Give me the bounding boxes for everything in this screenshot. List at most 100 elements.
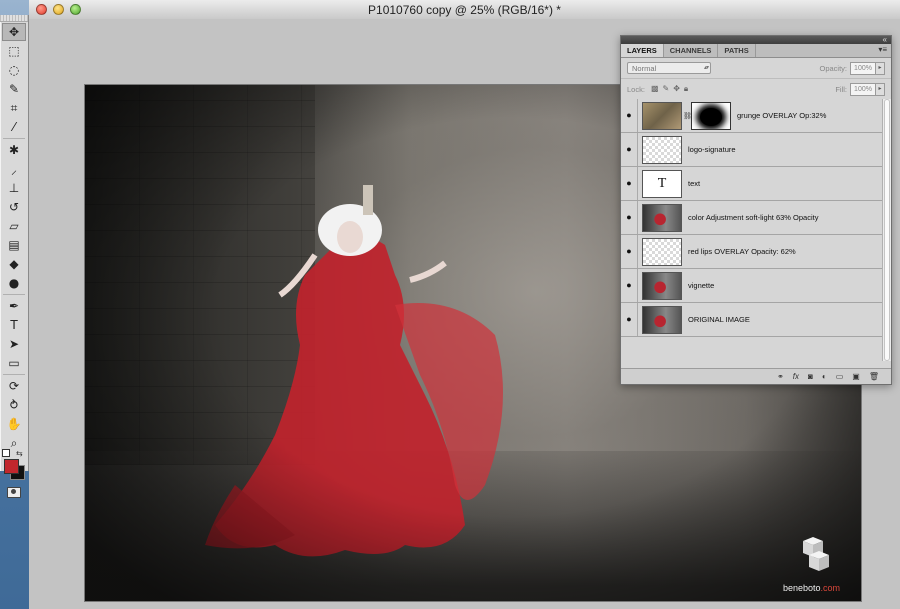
color-swatches: ⇆ (0, 449, 28, 483)
shape-tool-icon[interactable]: ▭ (2, 354, 26, 372)
link-layers-icon[interactable]: ⚭ (777, 372, 784, 381)
eraser-tool-icon[interactable]: ▱ (2, 217, 26, 235)
foreground-color-swatch[interactable] (4, 459, 19, 474)
layer-thumbnail (642, 101, 682, 130)
fill-input[interactable]: 100% (850, 82, 876, 96)
lasso-tool-icon[interactable]: ◌ (2, 61, 26, 79)
trash-icon[interactable]: 🗑︎ (869, 372, 879, 381)
layers-panel-footer: ⚭ fx ◙ ◐ ▭ ▣ 🗑︎ (621, 368, 891, 384)
tab-layers[interactable]: LAYERS (621, 44, 664, 57)
tab-channels[interactable]: CHANNELS (664, 44, 719, 57)
quick-select-tool-icon[interactable]: ✎ (2, 80, 26, 98)
move-tool-icon[interactable]: ✥ (2, 23, 26, 41)
panel-tabs: LAYERS CHANNELS PATHS ▾≡ (621, 44, 891, 58)
visibility-eye-icon[interactable]: ● (621, 167, 638, 200)
default-colors-icon[interactable] (2, 449, 10, 457)
dodge-tool-icon[interactable]: ● (2, 274, 26, 292)
tools-divider (3, 374, 25, 375)
brush-tool-icon[interactable]: ⸝ (2, 160, 26, 178)
text-layer-thumbnail: T (642, 169, 682, 198)
eyedropper-tool-icon[interactable]: ⁄ (2, 118, 26, 136)
tools-divider (3, 138, 25, 139)
layer-thumbnail (642, 237, 682, 266)
layer-thumbnail (642, 203, 682, 232)
lock-row: Lock: ▩ ✎ ✥ 🔒︎ Fill: 100% ▸ (621, 79, 891, 100)
visibility-eye-icon[interactable]: ● (621, 201, 638, 234)
gradient-tool-icon[interactable]: ▤ (2, 236, 26, 254)
layer-row[interactable]: ● color Adjustment soft-light 63% Opacit… (621, 201, 882, 235)
3d-rotate-tool-icon[interactable]: ⟳ (2, 377, 26, 395)
clone-stamp-tool-icon[interactable]: ⊥ (2, 179, 26, 197)
layer-row[interactable]: ● logo-signature (621, 133, 882, 167)
logo-brand-text: beneboto (783, 583, 821, 593)
lock-label: Lock: (627, 84, 645, 94)
document-title: P1010760 copy @ 25% (RGB/16*) * (368, 3, 561, 17)
layer-row[interactable]: ● T text (621, 167, 882, 201)
healing-brush-tool-icon[interactable]: ✱ (2, 141, 26, 159)
layer-mask-thumbnail[interactable] (691, 101, 731, 130)
logo-suffix-text: .com (820, 583, 841, 593)
layer-name: vignette (688, 281, 715, 290)
visibility-eye-icon[interactable]: ● (621, 269, 638, 302)
pen-tool-icon[interactable]: ✒ (2, 297, 26, 315)
visibility-eye-icon[interactable]: ● (621, 99, 638, 132)
hand-tool-icon[interactable]: ✋ (2, 415, 26, 433)
blur-tool-icon[interactable]: ◆ (2, 255, 26, 273)
visibility-eye-icon[interactable]: ● (621, 303, 638, 336)
add-mask-icon[interactable]: ◙ (808, 372, 813, 381)
fill-slider-toggle[interactable]: ▸ (876, 82, 885, 96)
visibility-eye-icon[interactable]: ● (621, 235, 638, 268)
tools-panel-grip[interactable] (0, 15, 28, 22)
watermark-logo: beneboto.com (783, 537, 853, 593)
lock-all-icon[interactable]: 🔒︎ (684, 84, 688, 94)
opacity-label: Opacity: (819, 63, 847, 73)
layer-name: color Adjustment soft-light 63% Opacity (688, 213, 819, 222)
history-brush-tool-icon[interactable]: ↺ (2, 198, 26, 216)
collapse-panel-icon[interactable]: « (883, 35, 887, 44)
document-titlebar[interactable]: P1010760 copy @ 25% (RGB/16*) * (29, 0, 900, 20)
logo-wordmark: beneboto.com (783, 583, 840, 593)
marquee-tool-icon[interactable]: ⬚ (2, 42, 26, 60)
layer-row[interactable]: ● red lips OVERLAY Opacity: 62% (621, 235, 882, 269)
new-layer-icon[interactable]: ▣ (852, 372, 860, 381)
type-tool-icon[interactable]: T (2, 316, 26, 334)
visibility-eye-icon[interactable]: ● (621, 133, 638, 166)
layer-row[interactable]: ● vignette (621, 269, 882, 303)
tab-paths[interactable]: PATHS (718, 44, 756, 57)
group-icon[interactable]: ▭ (836, 372, 844, 381)
layer-name: text (688, 179, 701, 188)
layers-scrollbar-thumb[interactable] (884, 99, 890, 361)
lock-transparent-icon[interactable]: ▩ (651, 84, 659, 94)
layer-name: red lips OVERLAY Opacity: 62% (688, 247, 796, 256)
tools-divider (3, 294, 25, 295)
3d-orbit-tool-icon[interactable]: ⥁ (2, 396, 26, 414)
layer-name: logo-signature (688, 145, 736, 154)
quick-mask-icon[interactable] (7, 487, 21, 498)
path-select-tool-icon[interactable]: ➤ (2, 335, 26, 353)
panel-header-bar[interactable]: « (621, 35, 891, 44)
layer-thumbnail (642, 305, 682, 334)
adjustment-layer-icon[interactable]: ◐ (822, 372, 827, 381)
blend-mode-select[interactable]: Normal (627, 62, 711, 74)
layers-list: ● ⛓︎ grunge OVERLAY Op:32% ● logo-signat… (621, 99, 882, 361)
fill-label: Fill: (835, 84, 847, 94)
layers-scrollbar[interactable] (882, 99, 891, 361)
layers-panel: « LAYERS CHANNELS PATHS ▾≡ Normal Opacit… (620, 35, 892, 385)
fx-icon[interactable]: fx (793, 372, 799, 381)
opacity-input[interactable]: 100% (850, 61, 876, 75)
layer-name: ORIGINAL IMAGE (688, 315, 750, 324)
swap-colors-icon[interactable]: ⇆ (16, 449, 23, 458)
layer-thumbnail (642, 135, 682, 164)
layer-row[interactable]: ● ORIGINAL IMAGE (621, 303, 882, 337)
opacity-slider-toggle[interactable]: ▸ (876, 61, 885, 75)
layer-row[interactable]: ● ⛓︎ grunge OVERLAY Op:32% (621, 99, 882, 133)
mask-link-icon[interactable]: ⛓︎ (683, 112, 692, 120)
panel-menu-icon[interactable]: ▾≡ (878, 45, 887, 54)
lock-position-icon[interactable]: ✥ (673, 84, 680, 94)
layer-name: grunge OVERLAY Op:32% (737, 111, 827, 120)
blend-row: Normal Opacity: 100% ▸ (621, 58, 891, 79)
tools-panel: ✥ ⬚ ◌ ✎ ⌗ ⁄ ✱ ⸝ ⊥ ↺ ▱ ▤ ◆ ● ✒ T ➤ ▭ ⟳ ⥁ … (0, 15, 29, 498)
logo-cube-icon (803, 537, 829, 571)
crop-tool-icon[interactable]: ⌗ (2, 99, 26, 117)
lock-image-icon[interactable]: ✎ (663, 84, 670, 94)
